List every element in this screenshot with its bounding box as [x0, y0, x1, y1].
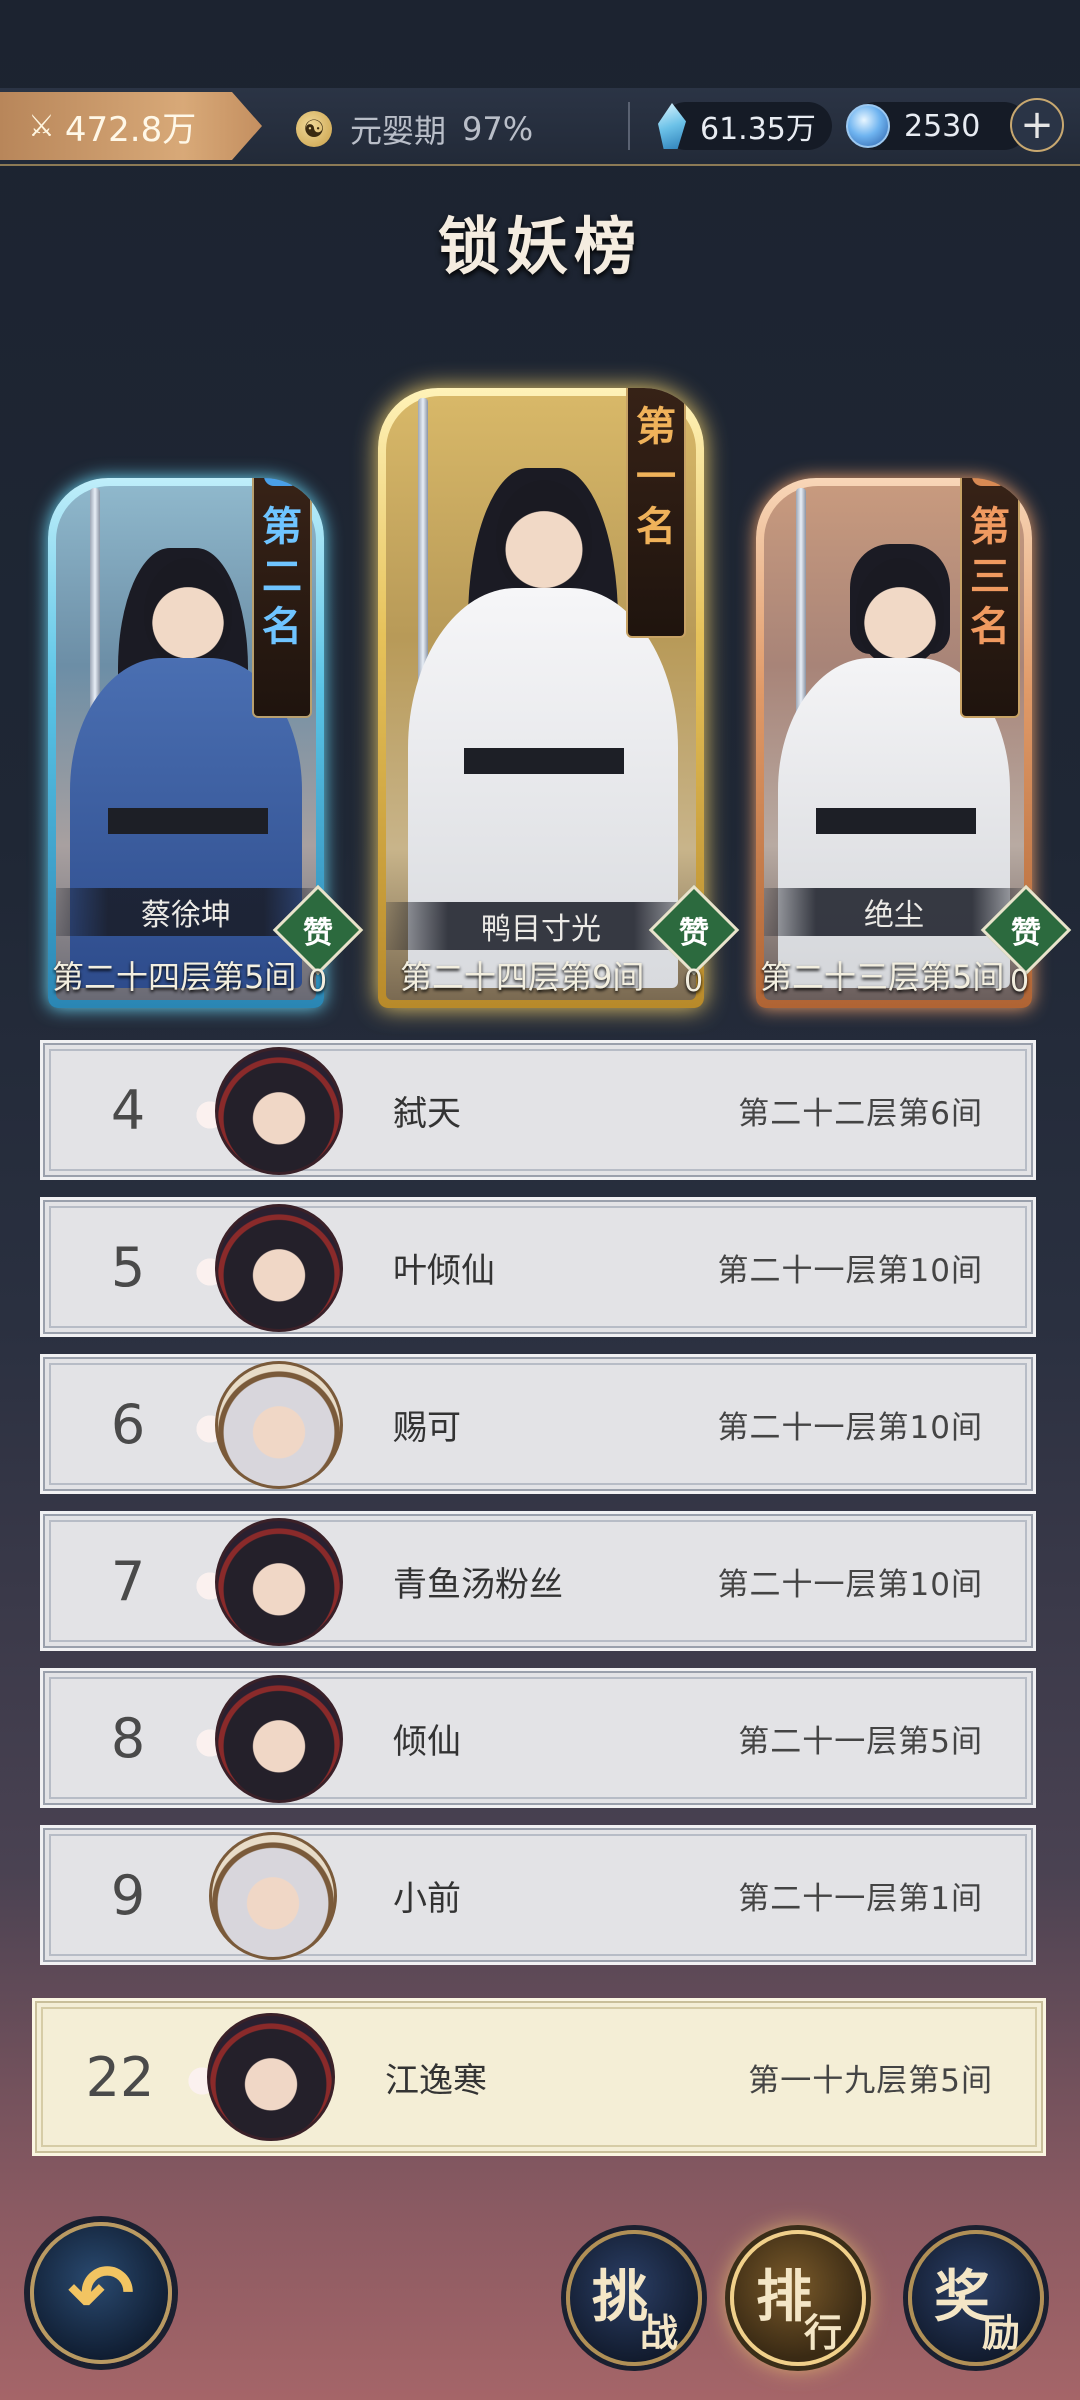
rank-char: 第	[262, 503, 302, 550]
gem-counter: 2530	[846, 102, 1028, 150]
button-char: 战	[640, 2310, 679, 2355]
rank-number: 7	[110, 1549, 146, 1613]
player-floor: 第二十一层第5间	[738, 1723, 983, 1760]
spirit-stone-counter: 61.35万	[658, 102, 832, 150]
button-char: 行	[804, 2310, 843, 2355]
yin-yang-icon: ☯	[296, 111, 332, 147]
player-name: 倾仙	[393, 1721, 461, 1762]
rank-number: 8	[110, 1706, 146, 1770]
rank-tag-first: 第 一 名	[626, 388, 686, 638]
avatar[interactable]	[215, 1047, 343, 1175]
rank-number: 9	[110, 1863, 146, 1927]
cultivation-realm: ☯ 元婴期 97%	[296, 106, 533, 152]
button-char: 励	[982, 2310, 1021, 2355]
challenge-button[interactable]: 挑 战	[566, 2230, 702, 2366]
my-rank-row[interactable]: 22 江逸寒 第一十九层第5间	[32, 1998, 1046, 2156]
player-floor: 第二十一层第10间	[717, 1252, 983, 1289]
plus-icon: +	[1020, 102, 1054, 148]
rank-number: 5	[110, 1235, 146, 1299]
rank-number: 6	[110, 1392, 146, 1456]
rank-char: 第	[970, 503, 1010, 550]
like-label: 赞	[303, 916, 333, 951]
resource-bar: ⚔ 472.8万 ☯ 元婴期 97% 61.35万 2530 +	[0, 88, 1080, 166]
rank-tag-third: 第 三 名	[960, 478, 1020, 718]
blue-orb-icon	[846, 104, 890, 148]
rank-char: 名	[262, 603, 302, 650]
player-floor: 第二十二层第6间	[738, 1095, 983, 1132]
divider	[628, 102, 630, 150]
gem-value: 2530	[904, 108, 981, 144]
like-count: 0	[308, 964, 328, 999]
avatar[interactable]	[215, 1518, 343, 1646]
player-floor: 第一十九层第5间	[748, 2062, 993, 2099]
rank-char: 一	[636, 453, 676, 500]
player-name: 叶倾仙	[393, 1250, 495, 1291]
player-floor: 第二十四层第9间	[400, 958, 645, 996]
lotus-icon	[972, 478, 1008, 486]
player-name: 弑天	[393, 1093, 461, 1134]
rank-char: 名	[636, 503, 676, 550]
avatar[interactable]	[207, 2013, 335, 2141]
player-name: 赐可	[393, 1407, 461, 1448]
lotus-icon	[264, 478, 300, 486]
player-floor: 第二十四层第5间	[52, 958, 297, 996]
avatar[interactable]	[215, 1675, 343, 1803]
player-floor: 第二十一层第10间	[717, 1566, 983, 1603]
rank-number: 22	[85, 2045, 155, 2109]
rank-row[interactable]: 4 弑天 第二十二层第6间	[40, 1040, 1036, 1180]
page-title: 锁妖榜	[437, 210, 642, 283]
player-floor: 第二十三层第5间	[760, 958, 1005, 996]
avatar[interactable]	[209, 1832, 337, 1960]
podium-card-first[interactable]: 第 一 名 鸭目寸光	[378, 388, 704, 1008]
combat-power-badge: ⚔ 472.8万	[0, 92, 262, 160]
like-count: 0	[684, 964, 704, 999]
rank-tag-second: 第 二 名	[252, 478, 312, 718]
combat-power-value: 472.8万	[64, 109, 197, 150]
rank-row[interactable]: 5 叶倾仙 第二十一层第10间	[40, 1197, 1036, 1337]
crossed-swords-icon: ⚔	[28, 108, 55, 144]
like-label: 赞	[679, 916, 709, 951]
realm-progress: 97%	[462, 110, 534, 148]
avatar[interactable]	[215, 1361, 343, 1489]
reward-button[interactable]: 奖 励	[908, 2230, 1044, 2366]
like-label: 赞	[1011, 916, 1041, 951]
rank-row[interactable]: 6 赐可 第二十一层第10间	[40, 1354, 1036, 1494]
player-floor: 第二十一层第1间	[738, 1880, 983, 1917]
player-floor: 第二十一层第10间	[717, 1409, 983, 1446]
rank-char: 名	[970, 603, 1010, 650]
rank-char: 第	[636, 403, 676, 450]
realm-name: 元婴期	[350, 112, 447, 150]
rank-row[interactable]: 7 青鱼汤粉丝 第二十一层第10间	[40, 1511, 1036, 1651]
rank-number: 4	[110, 1078, 146, 1142]
player-name: 青鱼汤粉丝	[393, 1564, 563, 1605]
crystal-icon	[658, 103, 686, 149]
rank-char: 二	[262, 553, 302, 600]
rank-row[interactable]: 8 倾仙 第二十一层第5间	[40, 1668, 1036, 1808]
rank-char: 三	[970, 553, 1010, 600]
rank-row[interactable]: 9 小前 第二十一层第1间	[40, 1825, 1036, 1965]
player-name: 鸭目寸光	[386, 902, 696, 950]
add-currency-button[interactable]: +	[1010, 98, 1064, 152]
ranking-button[interactable]: 排 行	[730, 2230, 866, 2366]
spirit-stone-value: 61.35万	[700, 112, 816, 147]
back-button[interactable]: ↶	[30, 2222, 172, 2364]
back-arrow-icon: ↶	[67, 2246, 135, 2340]
player-name: 江逸寒	[385, 2060, 487, 2101]
avatar[interactable]	[215, 1204, 343, 1332]
like-count: 0	[1010, 964, 1030, 999]
player-name: 小前	[393, 1878, 461, 1919]
